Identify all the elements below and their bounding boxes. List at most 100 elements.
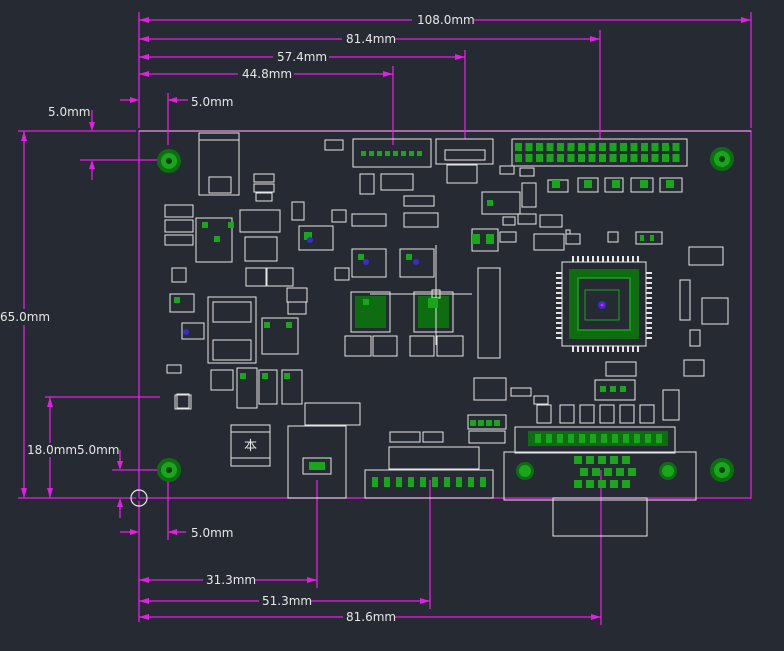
smd-component [679,279,691,321]
ic-pin [592,256,594,262]
smd-component [662,389,680,421]
ic-pin [622,346,624,352]
pcb-dimension-drawing: 108.0mm 81.4mm 57.4mm 44.8mm 5.0mm 5.0mm… [0,12,752,625]
mounting-hole-tl [157,149,181,173]
smd-component [533,233,565,251]
pad [494,420,500,426]
ic-pin [582,256,584,262]
pad [240,373,246,379]
ic-pin [556,317,562,319]
header-pad [609,143,617,151]
vga-pin [598,456,606,464]
header-pad [546,154,554,162]
vga-pin [546,434,552,443]
marked-chip: 本 [230,424,271,467]
smd-component [389,431,421,443]
header-pad [672,143,680,151]
ic-pin [577,346,579,352]
pad [620,386,626,392]
smd-component [239,209,281,233]
pad [600,386,606,392]
pad [214,236,220,242]
smd-component [701,297,729,325]
vga-pin [557,434,563,443]
smd-component [436,335,464,357]
smd-component [253,183,275,193]
smd-component [245,267,267,287]
header-pad [599,154,606,162]
ic-pin [646,292,652,294]
connector-pad [408,477,414,487]
pad [472,234,480,244]
dim-bottom-81: 81.6mm [346,610,396,624]
ic-pin [597,346,599,352]
chip-marker-text: 本 [244,439,257,454]
smd-component [517,213,537,225]
smd-component [324,139,344,151]
smd-component [502,216,516,226]
ic-pin [646,312,652,314]
ic-pin [617,256,619,262]
vga-pin [634,434,640,443]
pad [610,386,616,392]
smd-component [536,404,552,424]
connector-pad [468,477,474,487]
smd-component [331,209,347,223]
smd-component [351,213,387,227]
connector-pad [384,477,390,487]
ic-pin [646,337,652,339]
dim-width-81: 81.4mm [346,32,396,46]
ic-pin [572,346,574,352]
header-pad [401,151,406,156]
ic-pin [637,256,639,262]
smd-component [291,201,305,221]
ic-pin [592,346,594,352]
ic-pin [646,317,652,319]
header-pad [377,151,382,156]
vga-pin [628,468,636,476]
ic-pin [646,277,652,279]
power-jack [287,402,361,499]
ic-pin [627,346,629,352]
pad [584,180,592,188]
pad [478,420,484,426]
header-pad [515,143,522,151]
dim-hole-x: 5.0mm [191,95,233,109]
smd-component [266,267,294,287]
header-pad [651,143,659,151]
smd-component [473,377,507,401]
ic-pin [556,302,562,304]
pin1-marker [413,259,419,265]
dim-width-44: 44.8mm [242,67,292,81]
pad [363,299,369,305]
ic-pin [556,307,562,309]
ic-pin [556,322,562,324]
smd-component [334,267,350,281]
bottom-dimensions [120,470,602,625]
pad [650,235,654,241]
top-dimensions [120,12,752,145]
smd-component [359,173,375,195]
pad [358,254,364,260]
ic-pin [597,256,599,262]
ic-pin [587,256,589,262]
smd-component [477,267,501,359]
header-pad [536,154,543,162]
connector-header-2 [435,138,494,165]
smd-component [403,212,439,228]
ic-pin [646,302,652,304]
header-pad [567,143,575,151]
smd-component [565,233,581,245]
bottom-connector [364,446,494,499]
smd-component [409,335,435,357]
ic-pin [572,256,574,262]
smd-component [639,404,655,424]
connector-pad [432,477,438,487]
ic-pin [556,282,562,284]
pad [552,180,560,188]
header-pad [557,143,564,151]
pad [470,420,476,426]
smd-component [521,182,537,208]
inductor-1 [207,296,257,364]
dim-lower-height: 18.0mm [27,443,77,457]
